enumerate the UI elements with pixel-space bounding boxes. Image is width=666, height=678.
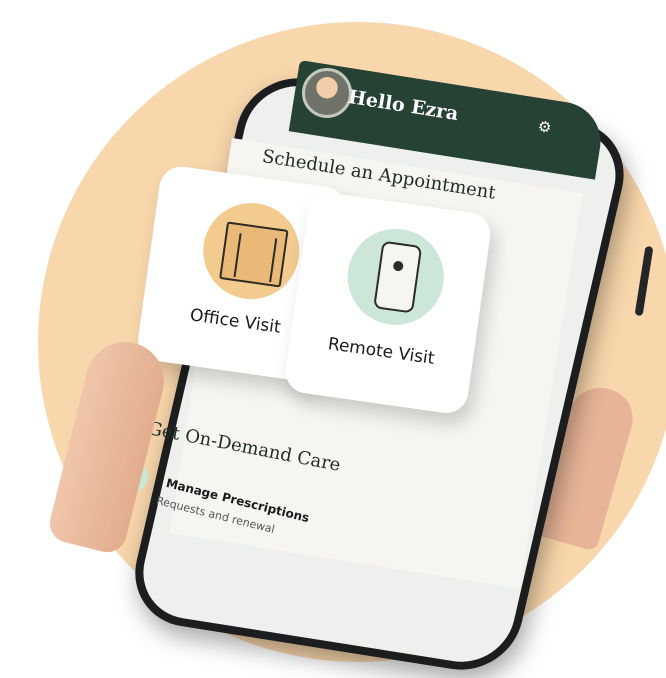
office-building-icon [219, 221, 289, 288]
gear-icon[interactable]: ⚙ [537, 117, 553, 137]
remote-visit-card[interactable]: Remote Visit [282, 190, 494, 416]
phone-video-icon [373, 240, 423, 314]
remote-visit-label: Remote Visit [326, 334, 436, 369]
phone-video-icon [341, 222, 450, 332]
avatar[interactable] [302, 68, 352, 118]
office-building-icon [197, 196, 306, 306]
